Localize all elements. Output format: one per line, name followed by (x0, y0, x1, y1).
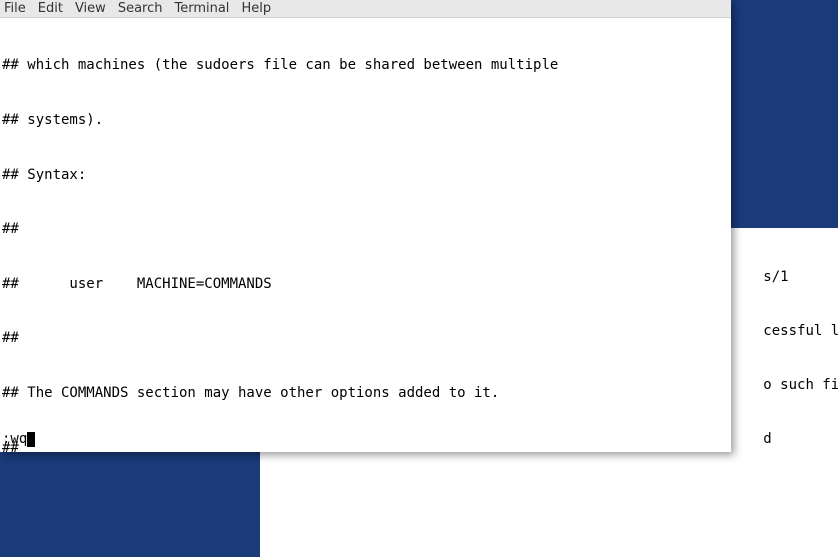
menu-terminal[interactable]: Terminal (174, 1, 229, 16)
editor-line: ## (2, 329, 731, 347)
editor-line: ## (2, 439, 731, 452)
editor-cursor-icon (27, 432, 35, 447)
editor-window: File Edit View Search Terminal Help ## w… (0, 0, 731, 452)
menu-view[interactable]: View (75, 1, 106, 16)
menu-edit[interactable]: Edit (38, 1, 63, 16)
menu-file[interactable]: File (4, 1, 26, 16)
editor-line: ## which machines (the sudoers file can … (2, 56, 731, 74)
editor-line: ## The COMMANDS section may have other o… (2, 384, 731, 402)
editor-line: ## user MACHINE=COMMANDS (2, 275, 731, 293)
editor-line: ## (2, 220, 731, 238)
vim-command-line[interactable]: :wq (2, 430, 35, 448)
menu-search[interactable]: Search (118, 1, 163, 16)
editor-body[interactable]: ## which machines (the sudoers file can … (0, 18, 731, 452)
editor-line: ## systems). (2, 111, 731, 129)
editor-line: ## Syntax: (2, 166, 731, 184)
menu-help[interactable]: Help (241, 1, 271, 16)
vim-command-text: :wq (2, 431, 27, 447)
menubar: File Edit View Search Terminal Help (0, 0, 731, 18)
